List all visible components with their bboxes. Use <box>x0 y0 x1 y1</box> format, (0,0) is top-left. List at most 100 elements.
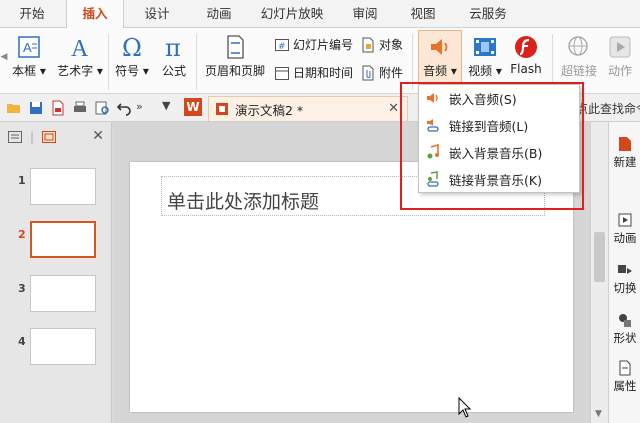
slide-number-label: 幻灯片编号 <box>293 38 354 52</box>
svg-text:π: π <box>165 34 181 60</box>
slide-thumbnail[interactable] <box>30 168 96 205</box>
header-footer-label: 页眉和页脚 <box>204 64 265 78</box>
textbox-label: 本框 ▾ <box>12 64 46 78</box>
audio-button[interactable]: 音频 ▾ <box>418 30 462 84</box>
more-commands-icon[interactable]: » <box>136 100 143 113</box>
omega-icon: Ω <box>122 34 142 60</box>
transition-pane-label: 切换 <box>613 281 637 295</box>
export-pdf-icon[interactable] <box>50 100 66 116</box>
properties-icon <box>619 360 631 376</box>
speaker-icon <box>431 39 448 55</box>
formula-button[interactable]: π 公式 <box>156 34 192 79</box>
slide-thumbnail[interactable] <box>30 328 96 365</box>
formula-label: 公式 <box>161 64 186 78</box>
datetime-label: 日期和时间 <box>293 66 354 80</box>
close-panel-icon[interactable]: ✕ <box>92 128 104 144</box>
film-icon <box>474 38 496 56</box>
action-button[interactable]: 动作 <box>602 34 638 79</box>
document-title: 演示文稿2 * <box>235 102 304 118</box>
tab-review[interactable]: 审阅 <box>340 0 390 28</box>
tab-insert[interactable]: 插入 <box>66 0 124 29</box>
print-preview-icon[interactable] <box>94 100 110 116</box>
attachment-label: 附件 <box>379 66 404 80</box>
slide-thumbnail-selected[interactable] <box>30 221 96 258</box>
shapes-pane-button[interactable]: 形状 <box>609 312 640 346</box>
shapes-icon <box>619 314 631 327</box>
textbox-icon: A <box>18 36 40 58</box>
calendar-icon <box>275 66 289 80</box>
tab-cloud[interactable]: 云服务 <box>456 0 520 28</box>
flash-label: Flash <box>510 62 542 76</box>
properties-pane-label: 属性 <box>613 379 637 393</box>
tab-design[interactable]: 设计 <box>132 0 182 28</box>
video-label: 视频 ▾ <box>468 64 502 78</box>
play-icon <box>609 36 631 58</box>
shapes-pane-label: 形状 <box>613 331 637 345</box>
audio-label: 音频 ▾ <box>423 64 457 78</box>
close-tab-icon[interactable]: ✕ <box>388 101 399 116</box>
open-folder-icon[interactable] <box>6 100 22 116</box>
print-icon[interactable] <box>72 100 88 116</box>
tab-animation[interactable]: 动画 <box>194 0 244 28</box>
attachment-icon <box>362 65 374 80</box>
outline-view-icon[interactable] <box>8 131 22 143</box>
document-tab[interactable]: 演示文稿2 * ✕ <box>208 96 408 121</box>
wordart-label: 艺术字 ▾ <box>57 64 103 78</box>
flash-icon <box>515 36 537 58</box>
command-search[interactable]: 点此查找命令 <box>576 100 640 117</box>
header-footer-button[interactable]: 页眉和页脚 <box>200 34 270 79</box>
transition-pane-button[interactable]: 切换 <box>609 262 640 296</box>
hyperlink-label: 超链接 <box>560 64 597 78</box>
properties-pane-button[interactable]: 属性 <box>609 360 640 394</box>
tab-view[interactable]: 视图 <box>398 0 448 28</box>
wordart-button[interactable]: A 艺术字 ▾ <box>54 34 106 79</box>
slides-view-icon[interactable] <box>42 131 57 143</box>
animation-icon <box>618 213 632 227</box>
tab-slideshow[interactable]: 幻灯片放映 <box>252 0 332 28</box>
slide-number-button[interactable]: # 幻灯片编号 <box>274 36 353 53</box>
animation-pane-label: 动画 <box>613 231 637 245</box>
attachment-button[interactable]: 附件 <box>360 64 403 81</box>
textbox-button[interactable]: A 本框 ▾ <box>10 34 48 79</box>
tab-start[interactable]: 开始 <box>6 0 58 28</box>
slide-number: 1 <box>18 174 26 187</box>
pi-icon: π <box>165 34 181 60</box>
ribbon-divider <box>196 34 197 90</box>
presentation-doc-icon <box>216 103 228 115</box>
object-label: 对象 <box>379 38 404 52</box>
highlight-annotation <box>400 82 584 210</box>
flash-button[interactable]: Flash <box>508 34 544 76</box>
panel-header: | ✕ <box>0 122 112 152</box>
slide-number: 3 <box>18 282 26 295</box>
panel-divider: | <box>30 130 35 144</box>
mouse-cursor-icon <box>458 397 472 418</box>
scroll-down-icon[interactable]: ▼ <box>595 409 602 419</box>
undo-icon[interactable] <box>116 100 132 116</box>
datetime-button[interactable]: 日期和时间 <box>274 64 353 81</box>
page-icon <box>227 35 244 59</box>
animation-pane-button[interactable]: 动画 <box>609 212 640 246</box>
slide-thumbnail-panel: | ✕ 1 2 3 4 <box>0 122 112 423</box>
video-button[interactable]: 视频 ▾ <box>464 34 506 79</box>
slide-number: 4 <box>18 335 26 348</box>
object-button[interactable]: 对象 <box>360 36 403 53</box>
svg-text:Ω: Ω <box>122 34 142 60</box>
transition-icon <box>618 265 632 274</box>
wps-logo-icon[interactable]: W <box>184 98 202 116</box>
save-icon[interactable] <box>28 100 44 116</box>
scrollbar-thumb[interactable] <box>594 232 605 282</box>
task-pane-bar: 新建 动画 切换 形状 属性 <box>608 122 640 423</box>
svg-text:A: A <box>23 40 32 55</box>
new-slide-button[interactable]: 新建 <box>609 136 640 170</box>
ribbon-scroll-left[interactable]: ◀ <box>0 34 8 62</box>
menu-bar: 开始 插入 设计 动画 幻灯片放映 审阅 视图 云服务 <box>0 0 640 29</box>
ribbon-divider <box>108 34 109 90</box>
new-slide-icon <box>619 137 631 151</box>
svg-text:A: A <box>71 36 89 60</box>
vertical-scrollbar[interactable]: ▼ <box>590 122 608 423</box>
symbol-button[interactable]: Ω 符号 ▾ <box>112 34 152 79</box>
customize-dropdown-icon[interactable]: ▼ <box>162 99 170 112</box>
hyperlink-button[interactable]: 超链接 <box>558 34 600 79</box>
slide-thumbnail[interactable] <box>30 275 96 312</box>
action-label: 动作 <box>607 64 632 78</box>
